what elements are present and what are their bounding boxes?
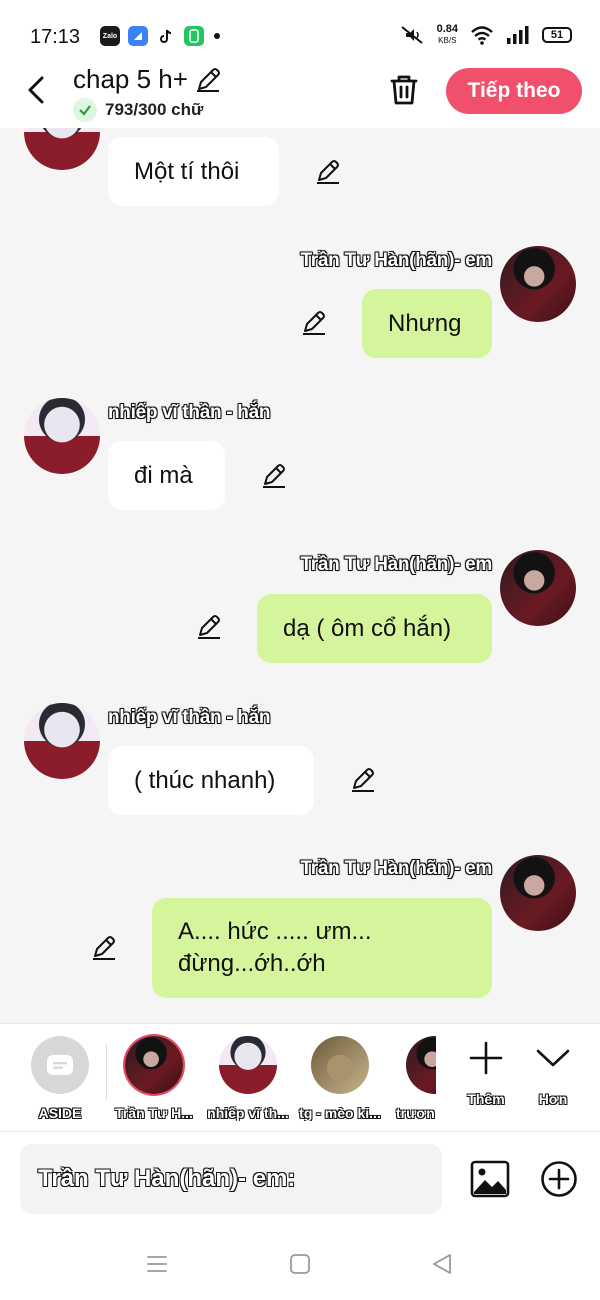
message-bubble[interactable]: A.... hức ..... ưm... đừng...ớh..ớh xyxy=(152,898,492,998)
green-app-icon xyxy=(184,26,204,46)
tiktok-icon xyxy=(156,26,176,46)
back-nav-icon[interactable] xyxy=(430,1252,454,1276)
add-button[interactable] xyxy=(540,1160,578,1198)
battery-indicator: 51 xyxy=(542,27,572,43)
message-bubble[interactable]: dạ ( ôm cổ hắn) xyxy=(257,594,492,663)
sender-name: nhiếp vĩ thần - hắn xyxy=(108,707,271,728)
mute-icon xyxy=(400,26,423,44)
message-bubble[interactable]: ( thúc nhanh) xyxy=(108,746,314,815)
character-label: Trần Tư H... xyxy=(115,1105,193,1121)
message-line: A.... hức ..... ưm... xyxy=(178,918,372,945)
character-label: ASIDE xyxy=(38,1105,82,1121)
check-icon xyxy=(73,98,97,122)
sender-name: Trần Tư Hàn(hãn)- em xyxy=(300,250,493,271)
character-aside[interactable]: ASIDE xyxy=(18,1036,102,1121)
avatar[interactable] xyxy=(24,128,100,170)
status-time: 17:13 xyxy=(30,26,81,48)
avatar[interactable] xyxy=(500,550,576,626)
edit-title-icon[interactable] xyxy=(194,66,222,94)
delete-button[interactable] xyxy=(386,72,422,108)
message-line: đừng...ớh..ớh xyxy=(178,950,326,977)
add-character-button[interactable]: Thêm xyxy=(458,1040,514,1107)
message-bubble[interactable]: đi mà xyxy=(108,441,225,510)
character-selector: ASIDE Trần Tư H... nhiếp vĩ th... tg - m… xyxy=(0,1023,600,1131)
status-bar: 17:13 Zalo 0.84 KB/S 51 xyxy=(0,0,600,66)
expand-button[interactable]: Hơn xyxy=(525,1040,581,1107)
character-item[interactable]: tg - mèo ki... xyxy=(298,1036,382,1121)
edit-message-icon[interactable] xyxy=(195,613,223,641)
word-count-text: 793/300 chữ xyxy=(105,100,204,119)
sender-name: Trần Tư Hàn(hãn)- em xyxy=(300,554,493,575)
more-label: Thêm xyxy=(467,1091,505,1107)
sender-name: Trần Tư Hàn(hãn)- em xyxy=(300,858,493,879)
chapter-title-text: chap 5 h+ xyxy=(73,64,188,94)
edit-message-icon[interactable] xyxy=(349,766,377,794)
home-icon[interactable] xyxy=(288,1252,312,1276)
image-button[interactable] xyxy=(470,1160,510,1198)
aside-avatar xyxy=(31,1036,89,1094)
menu-icon[interactable] xyxy=(145,1252,169,1276)
character-item[interactable]: trươn xyxy=(392,1036,436,1121)
character-label: tg - mèo ki... xyxy=(299,1105,381,1121)
character-avatar xyxy=(125,1036,183,1094)
edit-message-icon[interactable] xyxy=(260,462,288,490)
chevron-down-icon xyxy=(536,1049,570,1067)
message-square-icon xyxy=(47,1055,73,1075)
system-nav-bar xyxy=(0,1226,600,1300)
chapter-header: chap 5 h+ 793/300 chữ Tiếp theo xyxy=(0,58,600,128)
edit-message-icon[interactable] xyxy=(300,309,328,337)
character-avatar xyxy=(219,1036,277,1094)
wifi-icon xyxy=(471,26,493,45)
character-item[interactable]: nhiếp vĩ th... xyxy=(206,1036,290,1121)
notification-dot xyxy=(214,33,220,39)
character-label: nhiếp vĩ th... xyxy=(207,1105,289,1121)
character-avatar xyxy=(311,1036,369,1094)
avatar[interactable] xyxy=(24,703,100,779)
less-label: Hơn xyxy=(538,1091,568,1107)
chat-area[interactable]: Một tí thôi Trần Tư Hàn(hãn)- em Nhưng n… xyxy=(0,128,600,1023)
status-app-icons: Zalo xyxy=(100,26,220,46)
edit-message-icon[interactable] xyxy=(90,934,118,962)
divider xyxy=(106,1044,107,1100)
blue-app-icon xyxy=(128,26,148,46)
avatar[interactable] xyxy=(24,398,100,474)
signal-icon xyxy=(507,26,529,44)
edit-message-icon[interactable] xyxy=(314,158,342,186)
avatar[interactable] xyxy=(500,855,576,931)
word-count: 793/300 chữ xyxy=(73,98,203,122)
message-bubble[interactable]: Một tí thôi xyxy=(108,137,279,206)
chapter-title[interactable]: chap 5 h+ xyxy=(73,64,222,95)
plus-icon xyxy=(469,1041,503,1075)
message-input[interactable]: Trần Tư Hàn(hãn)- em: xyxy=(20,1144,442,1214)
speaker-label: Trần Tư Hàn(hãn)- em: xyxy=(38,1165,296,1192)
character-item[interactable]: Trần Tư H... xyxy=(112,1036,196,1121)
character-label: trươn xyxy=(396,1105,435,1121)
avatar[interactable] xyxy=(500,246,576,322)
message-bubble[interactable]: Nhưng xyxy=(362,289,492,358)
status-right: 0.84 KB/S 51 xyxy=(399,24,572,46)
back-button[interactable] xyxy=(22,72,54,108)
next-button[interactable]: Tiếp theo xyxy=(446,68,582,114)
composer: Trần Tư Hàn(hãn)- em: xyxy=(0,1131,600,1226)
character-avatar xyxy=(406,1036,436,1094)
sender-name: nhiếp vĩ thần - hắn xyxy=(108,402,271,423)
network-speed: 0.84 KB/S xyxy=(436,23,458,46)
zalo-icon: Zalo xyxy=(100,26,120,46)
